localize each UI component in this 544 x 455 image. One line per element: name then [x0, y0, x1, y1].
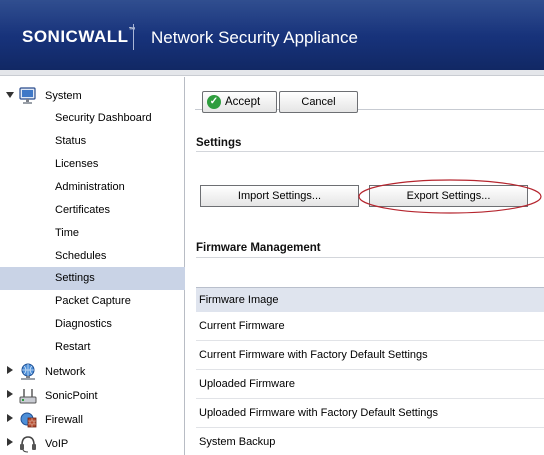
sidebar-item-schedules[interactable]: Schedules — [0, 245, 185, 268]
sidebar-item-label: System — [45, 90, 82, 102]
sonicwall-logo: SONICWALL™ — [22, 27, 136, 47]
sidebar-item-settings[interactable]: Settings — [0, 267, 185, 290]
app-title: Network Security Appliance — [151, 28, 358, 47]
table-header: Firmware Image — [196, 287, 544, 312]
app-header: SONICWALL™ Network Security Appliance — [0, 0, 544, 70]
sidebar-item-label: Restart — [55, 341, 91, 353]
expand-arrow-icon[interactable] — [7, 366, 13, 374]
table-row: Uploaded Firmware with Factory Default S… — [196, 399, 544, 428]
sidebar-item-diagnostics[interactable]: Diagnostics — [0, 313, 185, 336]
firewall-icon — [18, 411, 38, 429]
accept-button[interactable]: ✓ Accept — [202, 91, 277, 113]
collapse-arrow-icon[interactable] — [6, 92, 14, 98]
sidebar-item-label: Settings — [55, 272, 95, 284]
sidebar-item-status[interactable]: Status — [0, 130, 185, 153]
sidebar-item-label: Status — [55, 135, 87, 147]
sidebar-item-sonicpoint[interactable]: SonicPoint — [0, 385, 185, 408]
sidebar-item-label: Licenses — [55, 158, 99, 170]
sidebar-item-security-dashboard[interactable]: Security Dashboard — [0, 107, 185, 130]
sidebar-item-administration[interactable]: Administration — [0, 176, 185, 199]
network-globe-icon — [18, 363, 38, 381]
table-row: System Backup — [196, 428, 544, 455]
sidebar-item-firewall[interactable]: Firewall — [0, 409, 185, 432]
highlight-ellipse — [358, 179, 542, 214]
headset-icon — [18, 435, 38, 453]
cancel-button[interactable]: Cancel — [279, 91, 358, 113]
sidebar-item-label: Firewall — [45, 414, 83, 426]
header-divider — [133, 24, 134, 50]
firmware-row-label: Uploaded Firmware — [199, 378, 295, 390]
accept-button-label: Accept — [225, 96, 261, 108]
table-row: Uploaded Firmware — [196, 370, 544, 399]
main-content: ✓ Accept Cancel Settings Import Settings… — [186, 77, 544, 455]
sidebar-item-label: Certificates — [55, 204, 111, 216]
sidebar-item-label: Security Dashboard — [55, 112, 152, 124]
sidebar-item-voip[interactable]: VoIP — [0, 433, 185, 455]
header-bottom-bar — [0, 70, 544, 76]
sidebar-item-label: SonicPoint — [45, 390, 98, 402]
column-header-firmware-image: Firmware Image — [199, 294, 279, 306]
table-row: Current Firmware — [196, 312, 544, 341]
firmware-row-label: Uploaded Firmware with Factory Default S… — [199, 407, 439, 419]
sidebar-item-restart[interactable]: Restart — [0, 336, 185, 359]
table-row: Current Firmware with Factory Default Se… — [196, 341, 544, 370]
sidebar-item-time[interactable]: Time — [0, 222, 185, 245]
firmware-row-label: Current Firmware with Factory Default Se… — [199, 349, 428, 361]
sidebar-item-label: Time — [55, 227, 80, 239]
import-settings-button[interactable]: Import Settings... — [200, 185, 359, 207]
logo-text: SONICWALL — [22, 27, 129, 46]
sidebar: System Security Dashboard Status License… — [0, 77, 185, 455]
sidebar-item-label: Schedules — [55, 250, 107, 262]
sidebar-item-label: Network — [45, 366, 86, 378]
section-divider — [196, 257, 544, 258]
expand-arrow-icon[interactable] — [7, 390, 13, 398]
sidebar-item-label: Diagnostics — [55, 318, 112, 330]
expand-arrow-icon[interactable] — [7, 438, 13, 446]
sidebar-item-label: VoIP — [45, 438, 69, 450]
sidebar-item-packet-capture[interactable]: Packet Capture — [0, 290, 185, 313]
expand-arrow-icon[interactable] — [7, 414, 13, 422]
firmware-row-label: System Backup — [199, 436, 276, 448]
check-icon: ✓ — [207, 95, 221, 109]
firmware-row-label: Current Firmware — [199, 320, 285, 332]
sidebar-item-label: Administration — [55, 181, 125, 193]
sidebar-item-label: Packet Capture — [55, 295, 131, 307]
sidebar-item-system[interactable]: System — [0, 85, 185, 108]
settings-section-title: Settings — [196, 137, 242, 149]
section-divider — [196, 151, 544, 152]
access-point-icon — [18, 387, 38, 405]
sidebar-item-licenses[interactable]: Licenses — [0, 153, 185, 176]
sidebar-item-network[interactable]: Network — [0, 361, 185, 384]
sidebar-item-certificates[interactable]: Certificates — [0, 199, 185, 222]
firmware-section-title: Firmware Management — [196, 242, 321, 254]
monitor-icon — [18, 87, 38, 105]
